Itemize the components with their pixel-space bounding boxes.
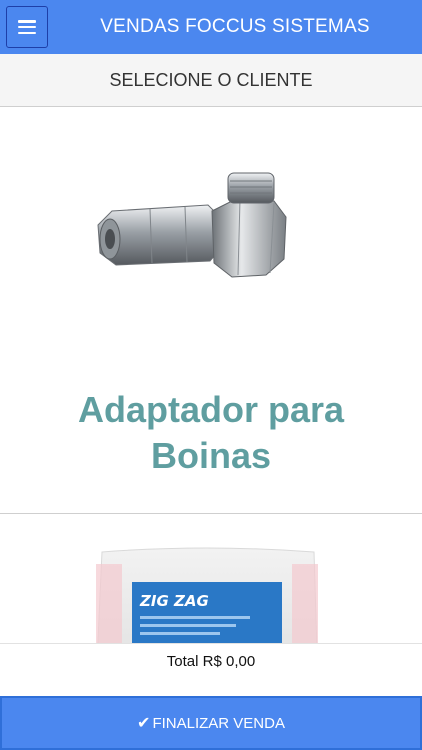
select-client-button[interactable]: SELECIONE O CLIENTE xyxy=(0,54,422,107)
hamburger-menu-icon xyxy=(18,20,36,34)
product-name: Adaptador para Boinas xyxy=(77,389,345,476)
product-image: ZIG ZAG xyxy=(96,547,318,643)
app-header: VENDAS FOCCUS SISTEMAS xyxy=(0,0,422,54)
app-title: VENDAS FOCCUS SISTEMAS xyxy=(100,16,370,37)
finalize-sale-label: FINALIZAR VENDA xyxy=(152,714,285,732)
product-card[interactable]: ZIG ZAG xyxy=(0,514,422,643)
product-image xyxy=(97,172,287,278)
check-icon: ✔ xyxy=(137,715,151,732)
package-brand-text: ZIG ZAG xyxy=(139,592,209,610)
menu-button[interactable] xyxy=(6,6,48,48)
product-list: Adaptador para Boinas ZIG ZAG xyxy=(0,107,422,643)
finalize-sale-button[interactable]: ✔ FINALIZAR VENDA xyxy=(0,696,422,750)
total-amount: Total R$ 0,00 xyxy=(0,643,422,693)
product-card[interactable]: Adaptador para Boinas xyxy=(0,107,422,514)
